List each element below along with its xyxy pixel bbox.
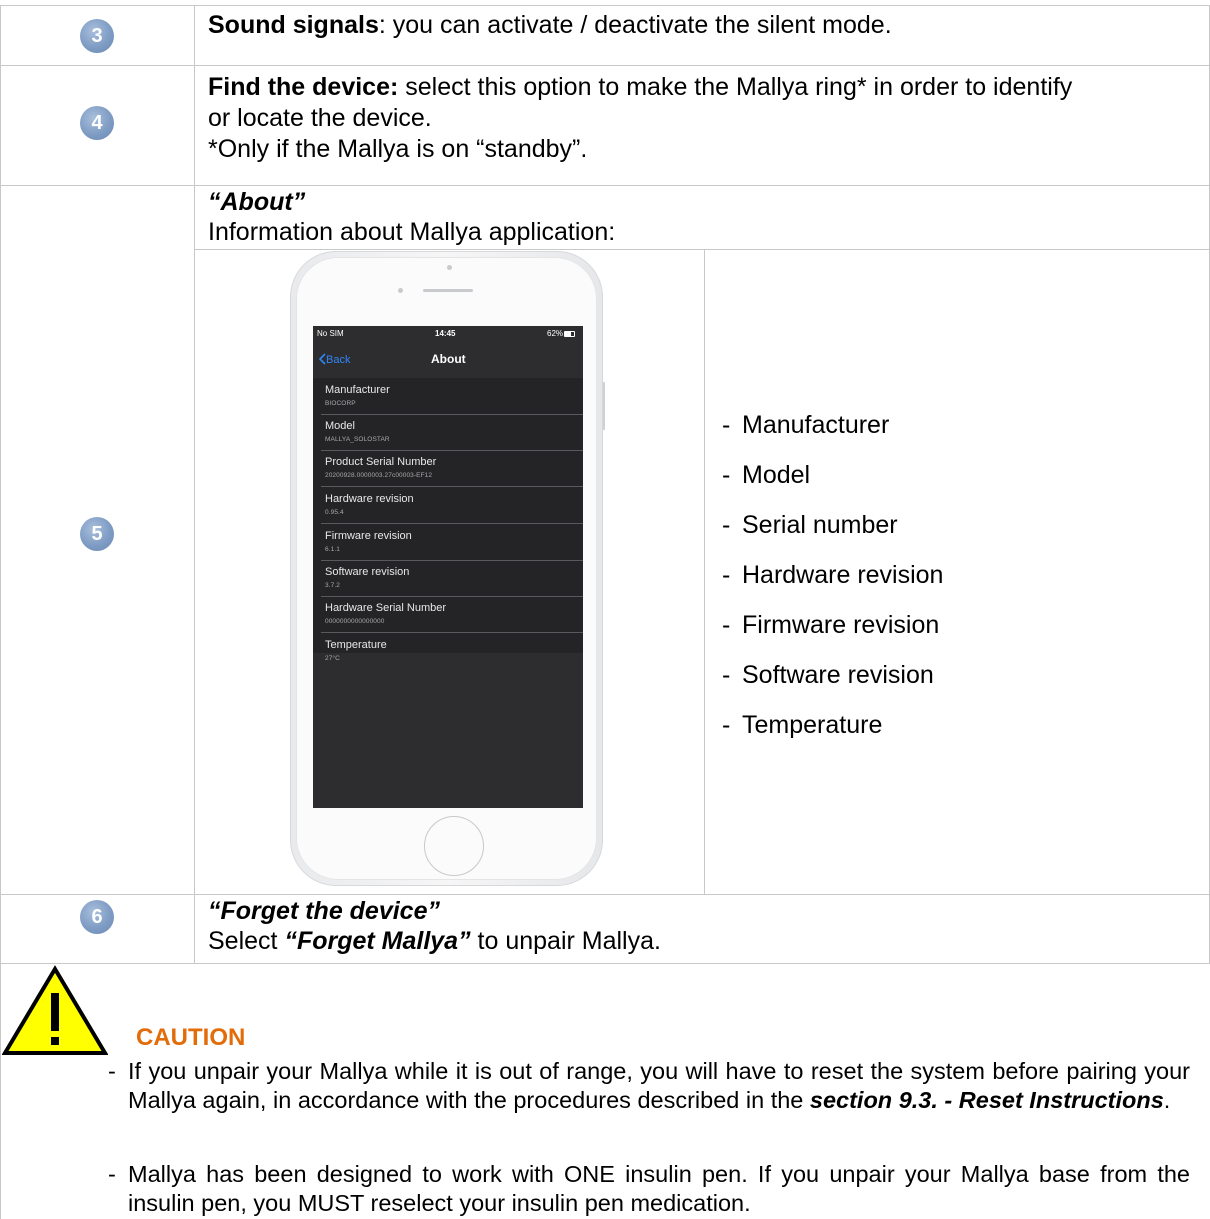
item-label: Hardware revision bbox=[325, 493, 414, 505]
warning-triangle-icon bbox=[2, 965, 108, 1055]
step-badge-5: 5 bbox=[80, 517, 114, 551]
status-time: 14:45 bbox=[435, 329, 456, 338]
phone-front-sensor bbox=[398, 288, 403, 293]
item-label: Software revision bbox=[325, 566, 410, 578]
item-label: Manufacturer bbox=[325, 384, 390, 396]
forget-device-heading: “Forget the device” bbox=[208, 897, 440, 925]
forget-mallya-option: “Forget Mallya” bbox=[284, 927, 471, 955]
inner-column-divider bbox=[704, 249, 705, 894]
item-label: Temperature bbox=[325, 639, 387, 651]
chevron-left-icon bbox=[318, 353, 326, 365]
phone-camera bbox=[447, 265, 452, 270]
about-item-temperature: Temperature 27°C bbox=[313, 633, 583, 670]
about-item-product-serial: Product Serial Number 20200928.0000003.2… bbox=[313, 450, 583, 487]
back-button[interactable]: Back bbox=[318, 353, 351, 366]
about-item-software-revision: Software revision 3.7.2 bbox=[313, 560, 583, 597]
caution-title: CAUTION bbox=[136, 1024, 246, 1051]
about-list: Manufacturer BIOCORP Model MALLYA_SOLOST… bbox=[313, 378, 583, 662]
about-item-model: Model MALLYA_SOLOSTAR bbox=[313, 414, 583, 451]
about-item-hardware-revision: Hardware revision 0.95.4 bbox=[313, 487, 583, 524]
step-badge-3: 3 bbox=[80, 19, 114, 53]
reset-instructions-reference: section 9.3. - Reset Instructions bbox=[809, 1086, 1164, 1113]
item-label: Product Serial Number bbox=[325, 456, 437, 468]
phone-speaker bbox=[423, 289, 473, 292]
find-device-text: Find the device: select this option to m… bbox=[208, 72, 1208, 165]
table-bottom-border bbox=[0, 963, 1210, 964]
find-device-note: *Only if the Mallya is on “standby”. bbox=[208, 135, 588, 163]
battery-icon bbox=[564, 331, 575, 337]
item-value: 0000000000000000 bbox=[325, 618, 385, 625]
about-item-manufacturer: Manufacturer BIOCORP bbox=[313, 378, 583, 415]
row-divider bbox=[0, 894, 1210, 895]
nav-bar: Back About bbox=[313, 342, 583, 378]
about-heading: “About” bbox=[208, 188, 306, 216]
item-value: 6.1.1 bbox=[325, 546, 340, 553]
sound-signals-title: Sound signals bbox=[208, 11, 379, 39]
back-label: Back bbox=[326, 354, 351, 366]
row-divider bbox=[0, 185, 1210, 186]
inner-divider bbox=[194, 249, 1210, 250]
item-value: 27°C bbox=[325, 655, 340, 662]
phone-home-button bbox=[424, 816, 484, 876]
status-carrier: No SIM bbox=[317, 329, 344, 338]
phone-screen: No SIM 14:45 62% Back About Manufacturer… bbox=[313, 326, 583, 808]
item-value: MALLYA_SOLOSTAR bbox=[325, 436, 390, 443]
item-label: Hardware Serial Number bbox=[325, 602, 447, 614]
row-divider bbox=[0, 65, 1210, 66]
caution-left-border bbox=[0, 963, 1, 1219]
item-value: 3.7.2 bbox=[325, 582, 340, 589]
about-subheading: Information about Mallya application: bbox=[208, 218, 616, 246]
item-label: Model bbox=[325, 420, 355, 432]
nav-title: About bbox=[431, 352, 466, 366]
about-item-firmware-revision: Firmware revision 6.1.1 bbox=[313, 524, 583, 561]
caution-item-one-insulin-pen: - Mallya has been designed to work with O… bbox=[108, 1161, 1190, 1216]
item-value: 20200928.0000003.27c00003-EF12 bbox=[325, 472, 433, 479]
item-label: Firmware revision bbox=[325, 530, 412, 542]
step-badge-6: 6 bbox=[80, 900, 114, 934]
table-left-border bbox=[0, 5, 1, 963]
status-bar: No SIM 14:45 62% bbox=[313, 326, 583, 342]
table-top-border bbox=[0, 5, 1210, 6]
caution-item-unpair-out-of-range: - If you unpair your Mallya while it is o… bbox=[108, 1058, 1190, 1113]
sound-signals-description: : you can activate / deactivate the sile… bbox=[378, 11, 892, 39]
about-item-hardware-serial: Hardware Serial Number 0000000000000000 bbox=[313, 596, 583, 633]
forget-device-text: Select “Forget Mallya” to unpair Mallya. bbox=[208, 927, 661, 955]
item-value: 0.95.4 bbox=[325, 509, 344, 516]
sound-signals-text: Sound signals: you can activate / deacti… bbox=[208, 10, 892, 41]
column-divider bbox=[194, 5, 195, 963]
find-device-description: select this option to make the Mallya ri… bbox=[398, 73, 1073, 101]
item-value: BIOCORP bbox=[325, 400, 356, 407]
status-battery-text: 62% bbox=[547, 329, 564, 338]
step-badge-4: 4 bbox=[80, 106, 114, 140]
find-device-title: Find the device: bbox=[208, 73, 399, 101]
find-device-description-line2: or locate the device. bbox=[208, 104, 432, 132]
